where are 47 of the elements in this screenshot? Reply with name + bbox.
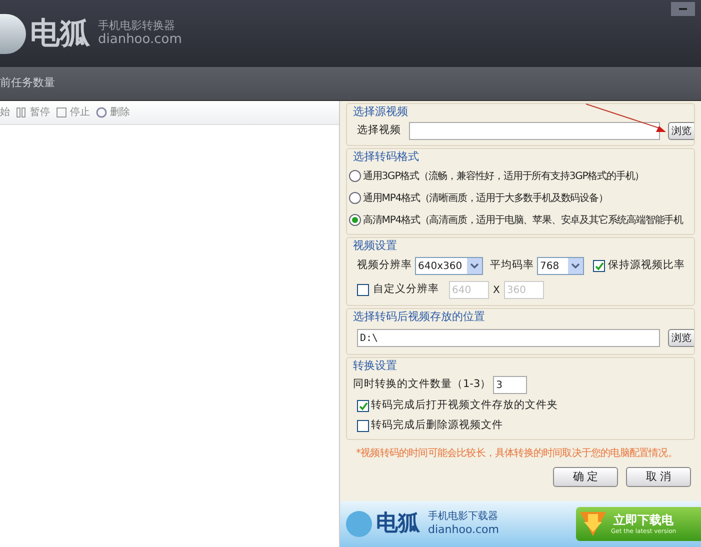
output-path-field[interactable]: D:\ xyxy=(357,329,660,347)
bitrate-dropdown[interactable]: 768 xyxy=(537,257,584,275)
radio-button[interactable] xyxy=(349,192,361,204)
cancel-button[interactable]: 取 消 xyxy=(626,467,691,487)
delete-icon xyxy=(96,107,107,118)
section-title: 选择转码后视频存放的位置 xyxy=(353,309,485,325)
field-label: 同时转换的文件数量（1-3） xyxy=(353,377,492,392)
section-title: 视频设置 xyxy=(353,238,397,254)
logo-text: 电狐 xyxy=(30,18,90,48)
field-label: 选择视频 xyxy=(357,123,402,138)
logo-text: 电狐 xyxy=(376,513,420,535)
checkbox-label: 保持源视频比率 xyxy=(608,258,685,274)
format-option-label: 通用3GP格式（流畅，兼容性好，适用于所有支持3GP格式的手机） xyxy=(363,170,644,184)
checkbox[interactable] xyxy=(357,400,369,412)
checkbox[interactable] xyxy=(357,284,369,296)
banner-title: 手机电影下载器 xyxy=(428,510,499,524)
video-path-field[interactable] xyxy=(409,122,660,140)
download-arrow-icon xyxy=(578,510,608,538)
stop-icon xyxy=(56,107,67,118)
app-subtitle: 手机电影转换器 xyxy=(98,18,176,32)
file-count-field[interactable]: 3 xyxy=(493,376,528,394)
task-count-label: 前任务数量 xyxy=(0,75,55,92)
format-option-label: 高清MP4格式（高清画质，适用于电脑、苹果、安卓及其它系统高端智能手机 xyxy=(363,214,684,228)
section-title: 选择源视频 xyxy=(353,104,408,120)
checkbox-label: 自定义分辨率 xyxy=(373,282,439,298)
pause-icon xyxy=(16,107,27,118)
field-label: 平均码率 xyxy=(490,258,534,274)
format-option-label: 通用MP4格式（清晰画质，适用于大多数手机及数码设备） xyxy=(363,192,608,206)
resolution-dropdown[interactable]: 640x360 xyxy=(415,257,483,275)
ok-button[interactable]: 确 定 xyxy=(553,467,618,487)
site-url: dianhoo.com xyxy=(98,32,182,48)
minimize-button[interactable] xyxy=(671,2,695,16)
section-title: 选择转码格式 xyxy=(353,149,419,165)
site-url: dianhoo.com xyxy=(428,523,499,538)
note-text: *视频转码的时间可能会比较长，具体转换的时间取决于您的电脑配置情况。 xyxy=(356,446,678,461)
checkbox-label: 转码完成后删除源视频文件 xyxy=(371,418,503,434)
section-title: 转换设置 xyxy=(353,358,397,374)
checkbox-label: 转码完成后打开视频文件存放的文件夹 xyxy=(371,398,558,414)
browse-button[interactable]: 浏览 xyxy=(668,329,694,347)
radio-button[interactable] xyxy=(349,214,361,226)
cta-label: 立即下载电 xyxy=(612,512,675,528)
field-label: 视频分辨率 xyxy=(357,258,412,274)
checkbox[interactable] xyxy=(357,420,369,432)
separator-label: X xyxy=(493,284,500,298)
checkbox[interactable] xyxy=(593,260,605,272)
radio-button[interactable] xyxy=(349,170,361,182)
browse-button[interactable]: 浏览 xyxy=(668,122,694,140)
